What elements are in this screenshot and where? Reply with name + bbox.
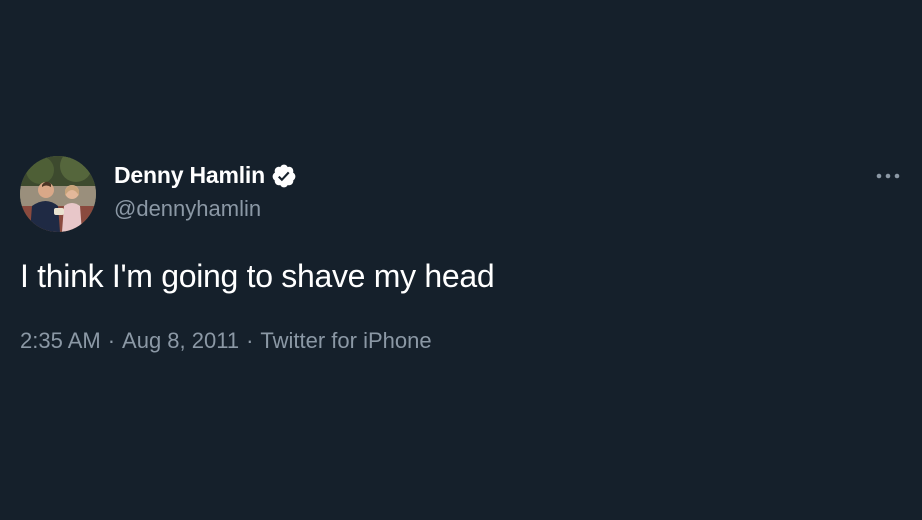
tweet-time[interactable]: 2:35 AM [20, 328, 101, 353]
tweet-card: Denny Hamlin @dennyhamlin I think I'm go… [0, 0, 922, 520]
avatar[interactable] [20, 156, 96, 232]
tweet-meta: 2:35 AM · Aug 8, 2011 · Twitter for iPhone [20, 328, 432, 354]
meta-separator: · [107, 328, 116, 353]
tweet-text: I think I'm going to shave my head [20, 258, 495, 294]
author-handle[interactable]: @dennyhamlin [114, 196, 261, 222]
tweet-date[interactable]: Aug 8, 2011 [122, 328, 239, 353]
author-name-row: Denny Hamlin [114, 162, 297, 189]
more-options-button[interactable] [870, 162, 906, 190]
meta-separator: · [246, 328, 254, 353]
verified-badge-icon [271, 163, 297, 189]
tweet-source[interactable]: Twitter for iPhone [260, 328, 431, 353]
more-options-icon [876, 173, 900, 179]
display-name[interactable]: Denny Hamlin [114, 162, 265, 189]
avatar-image [20, 156, 96, 232]
